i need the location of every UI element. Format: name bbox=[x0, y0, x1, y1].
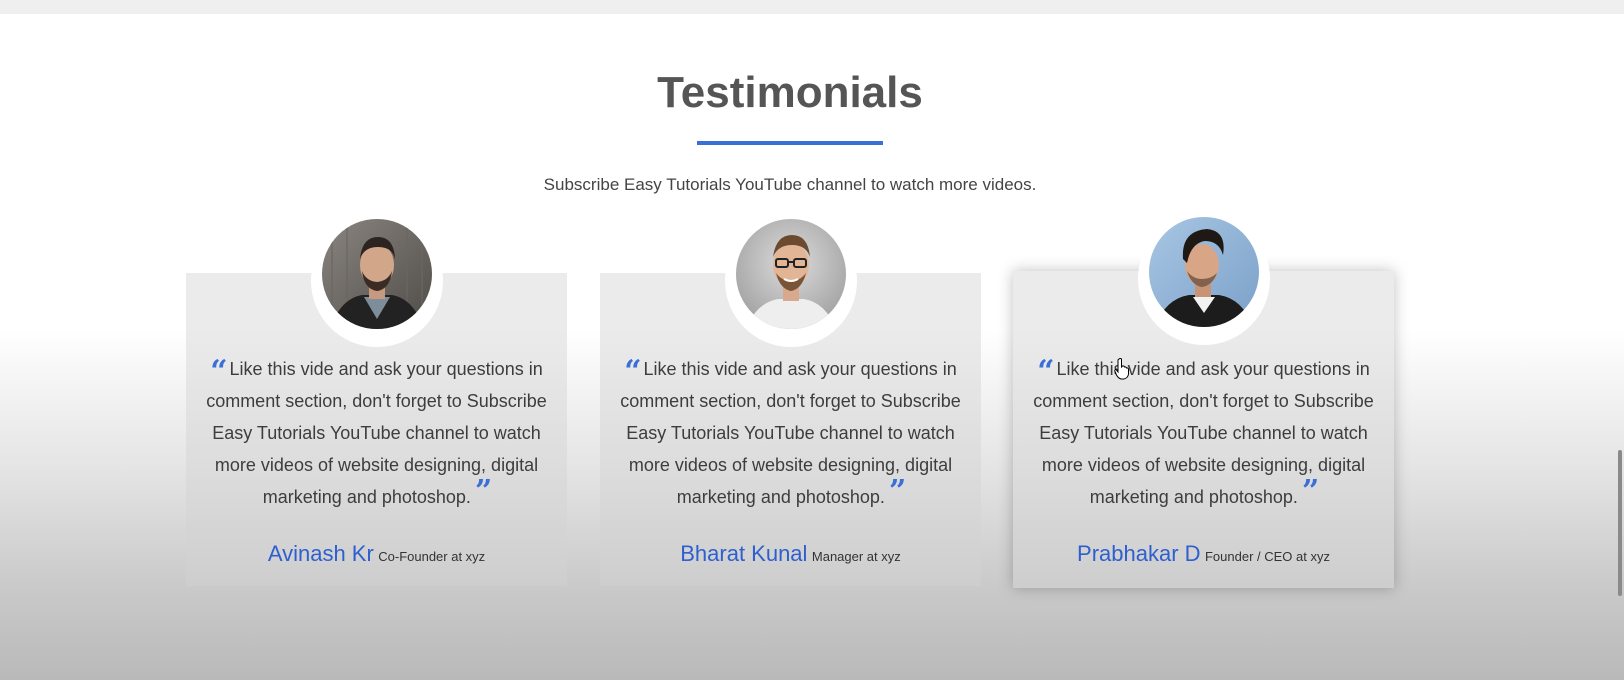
person-name: Prabhakar D bbox=[1077, 541, 1201, 566]
testimonial-quote: “Like this vide and ask your questions i… bbox=[194, 353, 559, 513]
quote-body: Like this vide and ask your questions in… bbox=[1033, 359, 1374, 507]
close-quote-icon: ” bbox=[474, 474, 492, 509]
avatar bbox=[1149, 217, 1259, 327]
avatar bbox=[736, 219, 846, 329]
testimonial-quote: “Like this vide and ask your questions i… bbox=[1021, 353, 1386, 513]
scrollbar[interactable] bbox=[1616, 0, 1624, 680]
title-underline bbox=[697, 141, 883, 145]
person-name: Bharat Kunal bbox=[680, 541, 808, 566]
avatar-frame bbox=[1138, 213, 1270, 345]
person-role: Founder / CEO at xyz bbox=[1204, 549, 1330, 564]
man-with-beard-photo-icon bbox=[322, 219, 432, 329]
section-title: Testimonials bbox=[657, 68, 923, 117]
quote-body: Like this vide and ask your questions in… bbox=[620, 359, 961, 507]
scrollbar-thumb[interactable] bbox=[1618, 450, 1622, 596]
person-role: Manager at xyz bbox=[811, 549, 901, 564]
person-name: Avinash Kr bbox=[267, 541, 374, 566]
open-quote-icon: “ bbox=[1037, 354, 1054, 389]
close-quote-icon: ” bbox=[1301, 474, 1319, 509]
close-quote-icon: ” bbox=[888, 474, 906, 509]
open-quote-icon: “ bbox=[210, 354, 227, 389]
person-role: Co-Founder at xyz bbox=[378, 549, 486, 564]
top-strip bbox=[0, 0, 1624, 14]
open-quote-icon: “ bbox=[624, 354, 641, 389]
hand-cursor-icon bbox=[1114, 358, 1130, 385]
man-side-profile-photo-icon bbox=[1149, 217, 1259, 327]
person-info: Avinash Kr Co-Founder at xyz bbox=[186, 541, 567, 567]
man-with-glasses-photo-icon bbox=[736, 219, 846, 329]
avatar-frame bbox=[311, 215, 443, 347]
testimonial-quote: “Like this vide and ask your questions i… bbox=[608, 353, 973, 513]
quote-body: Like this vide and ask your questions in… bbox=[206, 359, 547, 507]
avatar-frame bbox=[725, 215, 857, 347]
avatar bbox=[322, 219, 432, 329]
person-info: Prabhakar D Founder / CEO at xyz bbox=[1013, 541, 1394, 567]
person-info: Bharat Kunal Manager at xyz bbox=[600, 541, 981, 567]
section-subtitle: Subscribe Easy Tutorials YouTube channel… bbox=[543, 175, 1037, 194]
